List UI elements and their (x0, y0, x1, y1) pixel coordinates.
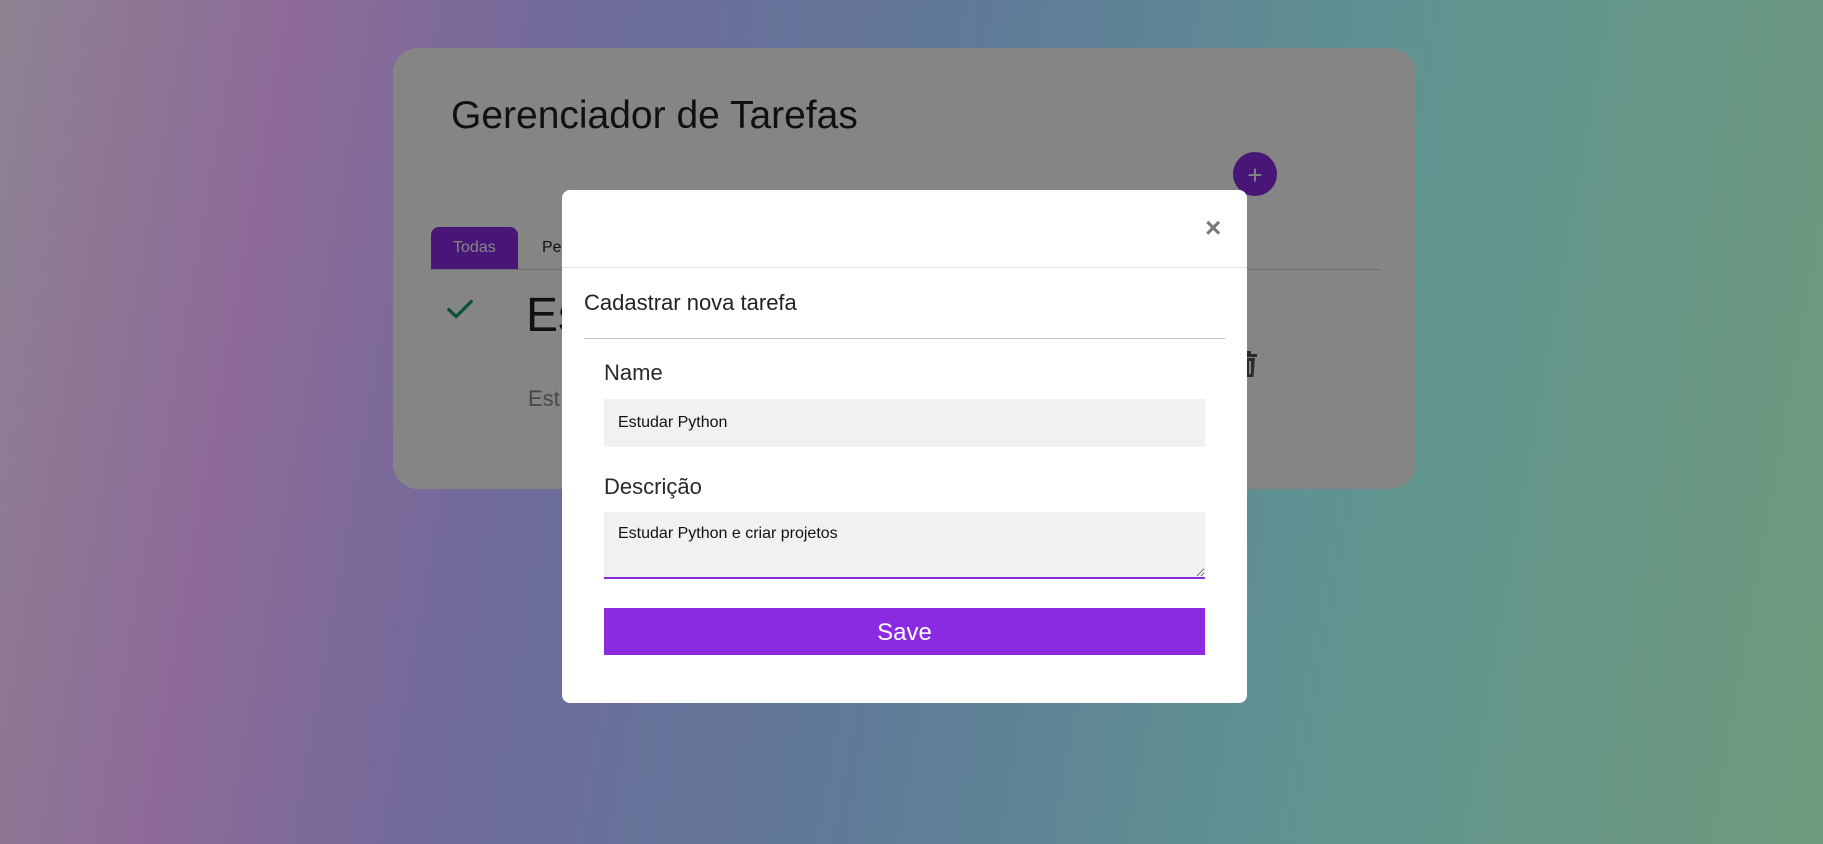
description-field[interactable]: Estudar Python e criar projetos (604, 512, 1205, 579)
modal-header: × (562, 190, 1247, 268)
modal-title: Cadastrar nova tarefa (584, 290, 797, 315)
divider (584, 338, 1225, 339)
close-icon[interactable]: × (1205, 214, 1221, 242)
save-button[interactable]: Save (604, 608, 1205, 655)
description-label: Descrição (604, 474, 702, 499)
name-field[interactable] (604, 399, 1205, 447)
name-label: Name (604, 360, 663, 385)
new-task-modal: × Cadastrar nova tarefa Name Descrição E… (562, 190, 1247, 703)
